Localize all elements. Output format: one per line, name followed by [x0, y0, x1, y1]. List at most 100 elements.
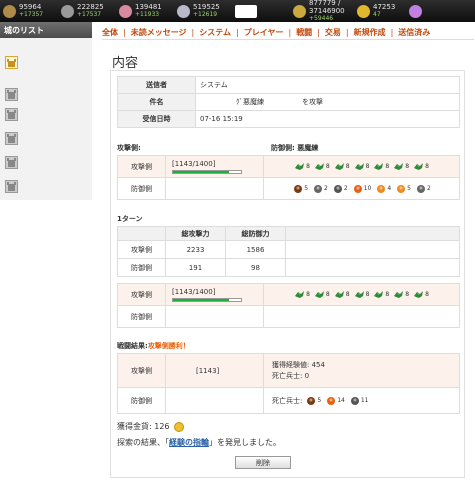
ring-item-link[interactable]: 経験の指輪: [169, 438, 209, 447]
nav-item[interactable]: 交易: [325, 27, 341, 38]
hidden-resource-resource: [232, 0, 290, 22]
dragon-unit: 8: [334, 162, 350, 171]
unit-count: 8: [325, 163, 330, 170]
nav-separator: |: [123, 28, 126, 37]
turn-def-value: 1586: [225, 240, 286, 259]
skull-unit: 2: [415, 184, 431, 194]
castle-icon[interactable]: [5, 56, 18, 69]
castle-sidebar: 城のリスト: [0, 22, 92, 200]
iron-icon: [177, 4, 190, 18]
fire-unit: 14: [325, 396, 345, 406]
unit-count: 8: [345, 291, 350, 298]
castle-icon[interactable]: [5, 132, 18, 145]
dragon-unit: 8: [413, 290, 429, 299]
attacker-hp-text: [1143/1400]: [172, 159, 216, 168]
dragon-unit: 8: [314, 290, 330, 299]
resource-delta: +12619: [193, 11, 218, 18]
dragon-unit: 8: [373, 290, 389, 299]
row-attacker-label: 攻撃側: [117, 155, 166, 178]
unit-count: 8: [345, 163, 350, 170]
col-defense: 総防御力: [225, 226, 286, 241]
resource-delta: +17357: [19, 11, 44, 18]
defender-dead-units: 5 14 11: [305, 396, 368, 406]
sender-value: システム: [195, 76, 460, 94]
result-attacker-label: 攻撃側: [117, 353, 166, 388]
subject-action: を攻撃: [302, 98, 323, 106]
nav-item[interactable]: システム: [199, 27, 231, 38]
subject-label: 件名: [117, 93, 196, 111]
flame-icon: [397, 184, 406, 193]
nav-item[interactable]: 新規作成: [354, 27, 386, 38]
explore-prefix: 探索の結果、「: [117, 438, 169, 447]
population-resource: 877779 / 37146900 +59446: [290, 0, 354, 22]
nav-item[interactable]: 全体: [102, 27, 118, 38]
unit-count: 2: [343, 185, 348, 192]
turn-hp-bar: [172, 297, 242, 302]
turn-hp-text: [1143/1400]: [172, 287, 216, 296]
turn-hp-fill: [173, 298, 229, 301]
dragon-unit: 8: [354, 290, 369, 299]
stone-resource: 222825 +17537: [58, 0, 116, 22]
gold-coin-icon: [173, 421, 184, 432]
resource-value: 877779 / 37146900: [309, 0, 345, 15]
result-defender-label: 防御側: [117, 387, 166, 414]
castle-icon[interactable]: [5, 88, 18, 101]
resource-value: 47253: [373, 3, 396, 11]
castle-list-title: 城のリスト: [0, 22, 92, 38]
unit-count: 11: [360, 397, 369, 404]
nav-separator: |: [345, 28, 349, 37]
attacker-side-heading: 攻撃側:: [117, 144, 141, 152]
col-attack: 総攻撃力: [165, 226, 226, 241]
flame-unit: 5: [395, 184, 411, 194]
food-icon: [119, 4, 132, 18]
result-title-value: 攻撃側勝利！: [147, 342, 190, 350]
nav-separator: |: [317, 28, 320, 37]
row-defender-label: 防御側: [117, 177, 166, 200]
result-heading: 戦闘結果:攻撃側勝利！: [117, 341, 190, 351]
castle-icon[interactable]: [5, 108, 18, 121]
flame-unit: 4: [375, 184, 391, 194]
sender-label: 送信者: [117, 76, 196, 94]
nav-separator: |: [390, 28, 394, 37]
row-defender-label: 防御側: [117, 305, 166, 328]
brute-icon: [307, 396, 316, 405]
dragon-unit: 8: [393, 162, 409, 171]
soldier-unit: 11: [349, 396, 369, 406]
nav-item[interactable]: プレイヤー: [244, 27, 284, 38]
resource-delta: +11933: [135, 11, 160, 18]
unit-count: 8: [425, 163, 429, 170]
unit-count: 5: [317, 397, 322, 404]
unit-count: 2: [426, 185, 431, 192]
soldier-icon: [333, 184, 342, 193]
explore-suffix: 」を発見しました。: [209, 438, 281, 447]
soldier-icon: [350, 396, 359, 405]
castle-icon[interactable]: [5, 156, 18, 169]
exp-gained: 獲得経験値: 454: [272, 360, 325, 369]
turn-heading: 1ターン: [117, 215, 143, 223]
turn-row-label: 攻撃側: [117, 240, 166, 259]
unit-count: 2: [324, 185, 328, 192]
unit-count: 4: [387, 185, 392, 192]
turn-atk-value: 2233: [165, 240, 226, 259]
hidden-resource-icon: [235, 4, 257, 18]
nav-item[interactable]: 未読メッセージ: [131, 27, 187, 38]
turn-atk-value: 191: [165, 258, 226, 277]
unit-count: 8: [306, 163, 310, 170]
dragon-unit: 8: [413, 162, 429, 171]
delete-button[interactable]: 削除: [235, 456, 291, 469]
castle-icon[interactable]: [5, 180, 18, 193]
fire-icon: [353, 184, 362, 193]
result-title-prefix: 戦闘結果:: [117, 342, 148, 350]
resource-bar: 95964 +17357 222825 +17537 139481 +11933 51952…: [0, 0, 475, 22]
nav-item[interactable]: 戦闘: [296, 27, 312, 38]
brute-unit: 5: [305, 396, 321, 406]
turn-attacker-units: 8 8 8 8 8 8 8: [264, 290, 459, 299]
unit-count: 8: [306, 291, 310, 298]
nav-item[interactable]: 送信済み: [398, 27, 430, 38]
unit-count: 8: [405, 163, 410, 170]
page-title: 内容: [112, 56, 139, 71]
turn-row-label: 防御側: [117, 258, 166, 277]
resource-delta: +17537: [77, 11, 102, 18]
attacker-dead: 死亡兵士: 0: [272, 371, 310, 380]
attacker-hp-bar: [172, 169, 242, 174]
